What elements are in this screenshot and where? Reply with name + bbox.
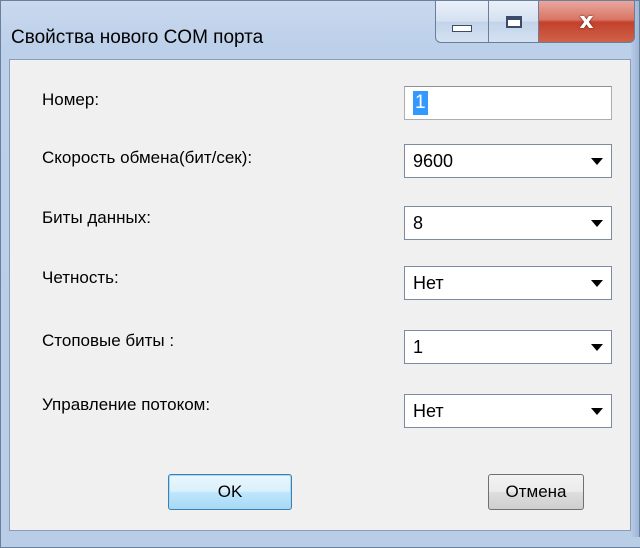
- databits-select-value: 8: [413, 213, 424, 233]
- ok-button[interactable]: OK: [168, 474, 292, 510]
- flow-select[interactable]: Нет: [404, 394, 612, 428]
- window-title: Свойства нового COM порта: [11, 27, 264, 48]
- parity-select-value: Нет: [413, 273, 444, 293]
- dialog-window: Свойства нового COM порта x Номер: 1 Ско…: [0, 0, 640, 548]
- close-icon: x: [579, 8, 594, 34]
- dialog-body: Номер: 1 Скорость обмена(бит/сек): 9600 …: [9, 59, 631, 531]
- parity-label: Четность:: [42, 268, 119, 287]
- window-frame-bottom: [1, 537, 640, 547]
- parity-select[interactable]: Нет: [404, 266, 612, 300]
- flow-label: Управление потоком:: [42, 395, 211, 414]
- databits-select[interactable]: 8: [404, 206, 612, 240]
- speed-select-value: 9600: [413, 151, 454, 171]
- cancel-button[interactable]: Отмена: [488, 474, 584, 510]
- caption-buttons: x: [435, 1, 635, 47]
- chevron-down-icon: [591, 158, 603, 165]
- number-input-value: 1: [413, 91, 428, 115]
- chevron-down-icon: [591, 280, 603, 287]
- minimize-icon: [452, 25, 472, 32]
- stopbits-select[interactable]: 1: [404, 330, 612, 364]
- minimize-button[interactable]: [435, 1, 489, 43]
- maximize-icon: [505, 15, 522, 28]
- chevron-down-icon: [591, 220, 603, 227]
- chevron-down-icon: [591, 344, 603, 351]
- databits-label: Биты данных:: [42, 208, 151, 227]
- chevron-down-icon: [591, 408, 603, 415]
- flow-select-value: Нет: [413, 401, 444, 421]
- maximize-button[interactable]: [489, 1, 539, 43]
- speed-select[interactable]: 9600: [404, 144, 612, 178]
- window-frame-edge: [631, 1, 639, 547]
- speed-label: Скорость обмена(бит/сек):: [42, 148, 253, 167]
- stopbits-select-value: 1: [413, 337, 424, 357]
- number-label: Номер:: [42, 90, 100, 109]
- number-input[interactable]: 1: [404, 86, 612, 120]
- stopbits-label: Стоповые биты :: [42, 331, 175, 350]
- close-button[interactable]: x: [539, 1, 635, 43]
